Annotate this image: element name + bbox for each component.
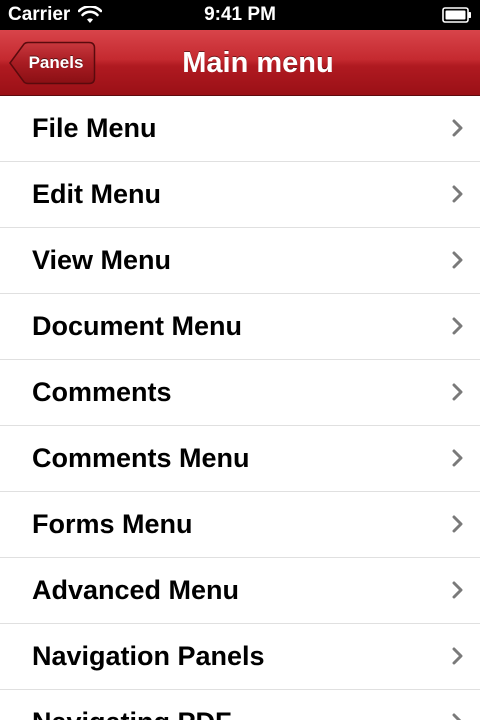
- list-item-document-menu[interactable]: Document Menu: [0, 294, 480, 360]
- status-bar: Carrier 9:41 PM: [0, 0, 480, 30]
- chevron-right-icon: [452, 515, 463, 533]
- list-item-label: Forms Menu: [32, 509, 193, 539]
- chevron-right-icon: [452, 581, 463, 599]
- navigation-bar: Panels Main menu: [0, 30, 480, 96]
- list-item-label: Navigating PDF: [32, 690, 232, 720]
- chevron-right-icon: [452, 185, 463, 203]
- chevron-right-icon: [452, 119, 463, 137]
- list-item-view-menu[interactable]: View Menu: [0, 228, 480, 294]
- list-item-edit-menu[interactable]: Edit Menu: [0, 162, 480, 228]
- back-button-label: Panels: [28, 53, 84, 72]
- list-item-comments-menu[interactable]: Comments Menu: [0, 426, 480, 492]
- chevron-right-icon: [452, 383, 463, 401]
- list-item-navigation-panels[interactable]: Navigation Panels: [0, 624, 480, 690]
- list-item-advanced-menu[interactable]: Advanced Menu: [0, 558, 480, 624]
- chevron-right-icon: [452, 647, 463, 665]
- wifi-icon: [78, 5, 103, 24]
- chevron-right-icon: [452, 449, 463, 467]
- list-item-label: Comments: [32, 377, 172, 407]
- status-left: Carrier: [8, 4, 103, 26]
- list-item-navigating-pdf[interactable]: Navigating PDF: [0, 690, 480, 720]
- list-item-forms-menu[interactable]: Forms Menu: [0, 492, 480, 558]
- list-item-label: File Menu: [32, 113, 157, 143]
- list-item-label: View Menu: [32, 245, 172, 275]
- list-item-label: Edit Menu: [32, 179, 161, 209]
- list-item-label: Navigation Panels: [32, 641, 265, 671]
- list-item-label: Comments Menu: [32, 443, 250, 473]
- carrier-label: Carrier: [8, 4, 71, 25]
- chevron-right-icon: [452, 713, 462, 720]
- list-item-comments[interactable]: Comments: [0, 360, 480, 426]
- menu-list: File Menu Edit Menu View Menu Document M…: [0, 96, 480, 720]
- list-item-label: Document Menu: [32, 311, 243, 341]
- battery-icon: [442, 7, 472, 23]
- back-button[interactable]: Panels: [8, 41, 96, 85]
- screen: Carrier 9:41 PM Panels Main menu File Me…: [0, 0, 480, 720]
- chevron-right-icon: [452, 251, 463, 269]
- list-item-file-menu[interactable]: File Menu: [0, 96, 480, 162]
- chevron-right-icon: [452, 317, 463, 335]
- list-item-label: Advanced Menu: [32, 575, 240, 605]
